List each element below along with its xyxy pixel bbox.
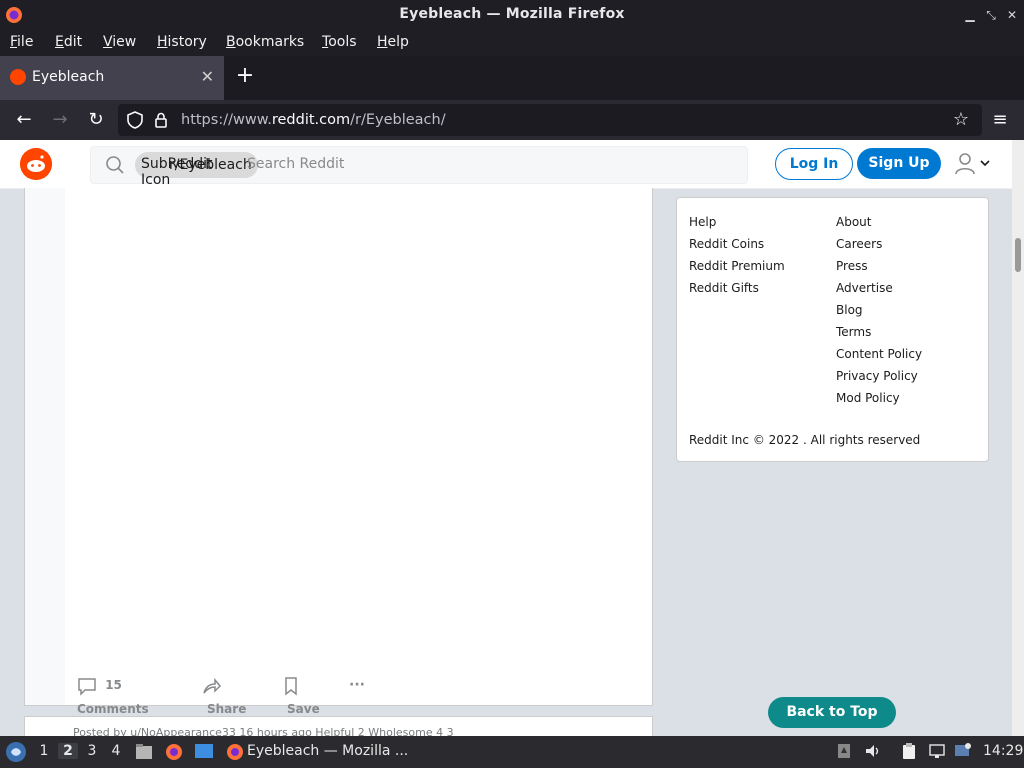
back-icon[interactable]: ← [12,109,36,131]
user-menu[interactable] [953,152,993,176]
bookmark-star-icon[interactable]: ☆ [949,109,973,131]
lock-icon[interactable] [152,111,170,129]
workspace-3[interactable]: 3 [82,743,102,759]
back-to-top-button[interactable]: Back to Top [768,697,896,728]
footer-link-help[interactable]: Help [689,214,785,236]
save-button[interactable]: Save [281,673,320,716]
menu-view[interactable]: View [103,34,136,50]
tab-label: Eyebleach [32,69,105,85]
window-title: Eyebleach — Mozilla Firefox [399,6,625,22]
url-prefix: https://www. [181,112,272,128]
vote-column [25,188,65,705]
footer-link-advertise[interactable]: Advertise [836,280,922,302]
scrollbar-thumb[interactable] [1015,238,1021,272]
tab-close-icon[interactable]: ✕ [201,67,214,86]
menu-help[interactable]: Help [377,34,409,50]
window-titlebar: Eyebleach — Mozilla Firefox ▁ ⤡ ✕ [0,0,1024,30]
bookmark-icon [285,676,297,696]
footer-link-mod-policy[interactable]: Mod Policy [836,390,922,412]
subreddit-icon-alt-text: SubReddit [141,156,213,172]
clock: 14:29 [983,743,1024,759]
hamburger-menu-icon[interactable]: ≡ [988,109,1012,131]
save-label: Save [287,702,320,716]
display-icon[interactable] [954,742,972,760]
footer-link-about[interactable]: About [836,214,922,236]
footer-link-reddit-premium[interactable]: Reddit Premium [689,258,785,280]
comments-button[interactable]: 15 Comments [77,673,149,716]
task-label: Eyebleach — Mozilla ... [247,743,409,759]
post-card[interactable]: 15 Comments Share Save ··· [24,188,653,716]
file-manager-icon[interactable] [135,743,153,761]
menu-file[interactable]: File [10,34,33,50]
search-bar[interactable]: r/Eyebleach SubReddit Icon Search Reddit [90,146,748,188]
footer-link-reddit-gifts[interactable]: Reddit Gifts [689,280,785,302]
firefox-launcher-icon[interactable] [165,743,183,761]
menu-bookmarks[interactable]: Bookmarks [226,34,304,50]
footer-link-reddit-coins[interactable]: Reddit Coins [689,236,785,258]
menu-edit[interactable]: Edit [55,34,82,50]
volume-icon[interactable] [864,742,882,760]
workspace-4[interactable]: 4 [106,743,126,759]
footer-link-press[interactable]: Press [836,258,922,280]
reddit-header: r/Eyebleach SubReddit Icon Search Reddit… [0,140,1012,189]
reddit-favicon-icon [10,69,26,85]
login-button[interactable]: Log In [775,148,853,180]
sidebar-footer-links: Help Reddit Coins Reddit Premium Reddit … [676,197,989,462]
share-button[interactable]: Share [201,673,246,716]
reddit-logo-icon[interactable] [20,148,52,180]
workspace-1[interactable]: 1 [34,743,54,759]
footer-col-1: Help Reddit Coins Reddit Premium Reddit … [689,214,785,302]
footer-link-careers[interactable]: Careers [836,236,922,258]
forward-icon[interactable]: → [48,109,72,131]
network-icon[interactable] [928,742,946,760]
workspace-2[interactable]: 2 [58,743,78,759]
url-bar[interactable]: https://www.reddit.com/r/Eyebleach/ [118,104,982,136]
footer-col-2: About Careers Press Advertise Blog Terms… [836,214,922,412]
tab-eyebleach[interactable]: Eyebleach ✕ [0,56,224,100]
firefox-task-icon [227,744,243,760]
user-icon [955,153,990,175]
menu-bar: File Edit View History Bookmarks Tools H… [0,30,1024,56]
start-menu-icon[interactable] [5,741,27,763]
copyright-text: Reddit Inc © 2022 . All rights reserved [689,433,921,447]
share-label: Share [207,702,247,716]
footer-link-privacy-policy[interactable]: Privacy Policy [836,368,922,390]
footer-link-content-policy[interactable]: Content Policy [836,346,922,368]
menu-tools[interactable]: Tools [322,34,357,50]
minimize-icon[interactable]: ▁ [962,7,978,23]
shield-icon[interactable] [126,111,144,129]
taskbar: 1 2 3 4 Eyebleach — Mozilla ... 14:29 [0,736,1024,768]
page-scrollbar[interactable] [1012,140,1024,736]
nav-bar: ← → ↻ https://www.reddit.com/r/Eyebleach… [0,100,1024,140]
clipboard-icon[interactable] [900,742,918,760]
url-domain: reddit.com [271,112,351,128]
notifications-icon[interactable] [835,742,853,760]
reload-icon[interactable]: ↻ [84,109,108,131]
close-icon[interactable]: ✕ [1004,7,1020,23]
search-placeholder[interactable]: Search Reddit [247,156,344,172]
subreddit-icon-alt-text-2: Icon [141,172,171,188]
comment-icon [78,677,96,696]
more-options-icon[interactable]: ··· [349,673,365,697]
restore-icon[interactable]: ⤡ [983,7,999,23]
new-tab-icon[interactable]: + [234,65,256,87]
task-firefox-window[interactable]: Eyebleach — Mozilla ... [221,736,415,768]
desktop-icon[interactable] [194,743,214,761]
search-icon [106,156,124,174]
tab-bar: Eyebleach ✕ + [0,56,1024,100]
url-path: /r/Eyebleach/ [350,112,446,128]
footer-link-blog[interactable]: Blog [836,302,922,324]
url-text: https://www.reddit.com/r/Eyebleach/ [181,112,446,128]
signup-button[interactable]: Sign Up [857,148,941,179]
menu-history[interactable]: History [157,34,207,50]
footer-link-terms[interactable]: Terms [836,324,922,346]
share-icon [203,677,222,693]
